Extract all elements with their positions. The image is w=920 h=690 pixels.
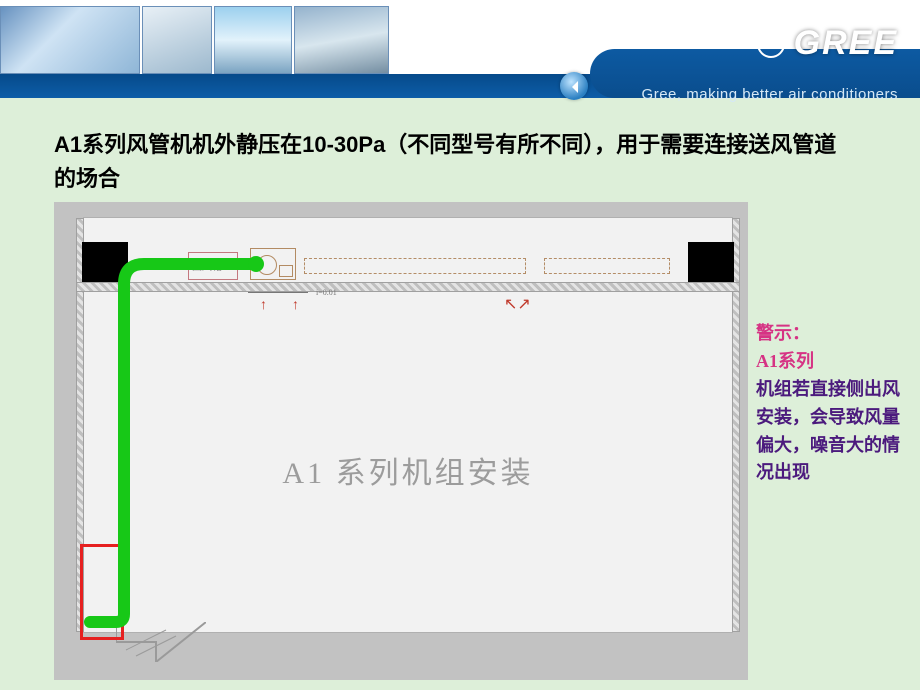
arrow-up-icon-1: ↑ <box>260 298 267 314</box>
beam-block-right <box>688 242 734 282</box>
slide: GREE Gree, making better air conditioner… <box>0 0 920 690</box>
ceiling-beam <box>76 282 740 292</box>
room-outline: 回风箱 i=0.01 ↑ ↑ ↖ ↗ A1 系列机组安装 <box>84 218 732 632</box>
drain-slope-label: i=0.01 <box>316 288 337 297</box>
warning-series: A1系列 <box>756 351 814 371</box>
drain-slope-line <box>248 292 308 293</box>
green-duct-path <box>84 218 732 638</box>
diagram-center-title: A1 系列机组安装 <box>84 448 732 492</box>
gree-swirl-icon <box>756 29 786 59</box>
header-photo-2 <box>142 6 212 74</box>
arrow-left-icon <box>560 72 588 100</box>
warning-body: 机组若直接侧出风安装，会导致风量偏大，噪音大的情况出现 <box>756 379 900 483</box>
header-photo-3 <box>214 6 292 74</box>
warning-title: 警示： <box>756 323 810 343</box>
supply-duct-dash-2 <box>544 258 670 274</box>
page-heading: A1系列风管机机外静压在10-30Pa（不同型号有所不同），用于需要连接送风管道… <box>54 128 854 196</box>
header-photo-1 <box>0 6 140 74</box>
fan-coil-unit <box>250 248 296 280</box>
content-area: A1系列风管机机外静压在10-30Pa（不同型号有所不同），用于需要连接送风管道… <box>0 110 920 690</box>
installation-diagram: 回风箱 i=0.01 ↑ ↑ ↖ ↗ A1 系列机组安装 <box>54 202 748 680</box>
floor-stair-icon <box>116 622 206 662</box>
return-air-label: 回风箱 <box>192 258 222 273</box>
side-outlet-highlight <box>80 544 124 640</box>
header-photo-4 <box>294 6 389 74</box>
brand-name: GREE <box>794 24 898 63</box>
header: GREE Gree, making better air conditioner… <box>0 0 920 110</box>
arrow-up-icon-2: ↑ <box>292 298 299 314</box>
brand-tagline: Gree, making better air conditioners <box>642 86 898 103</box>
brand-logo: GREE <box>756 24 898 63</box>
supply-duct-dash-1 <box>304 258 526 274</box>
beam-block-left <box>82 242 128 282</box>
warning-text: 警示： A1系列 机组若直接侧出风安装，会导致风量偏大，噪音大的情况出现 <box>756 320 906 487</box>
diffuser-arrows-icon: ↖ ↗ <box>504 294 529 314</box>
